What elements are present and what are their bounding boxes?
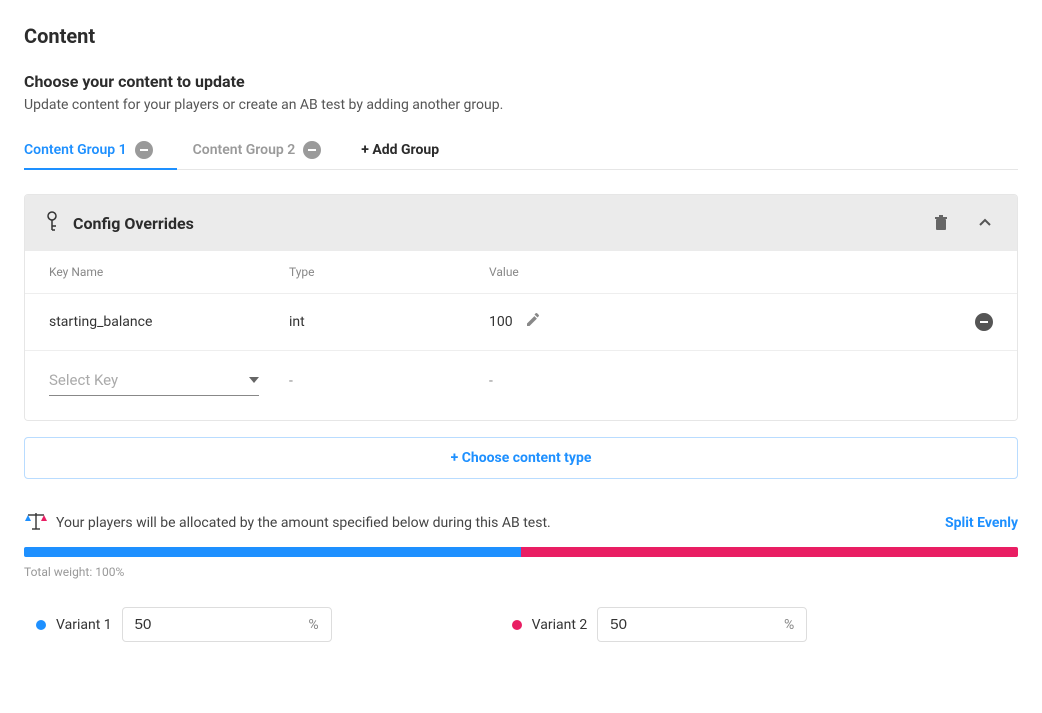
variant-1-label: Variant 1 [56, 617, 112, 633]
remove-row-icon[interactable] [975, 313, 993, 331]
pct-sign: % [308, 617, 318, 633]
variant-1-color-dot [36, 620, 46, 630]
panel-header: Config Overrides [25, 195, 1017, 251]
cell-type: int [289, 314, 489, 330]
config-overrides-panel: Config Overrides Key Name Type Value sta… [24, 194, 1018, 421]
allocation-bar [24, 547, 1018, 557]
select-key-placeholder: Select Key [49, 371, 118, 389]
scales-icon [24, 511, 48, 535]
split-evenly-button[interactable]: Split Evenly [945, 515, 1018, 531]
col-key: Key Name [49, 265, 289, 279]
variant-1-input[interactable] [135, 616, 275, 633]
new-row: Select Key - - [25, 351, 1017, 420]
chevron-up-icon[interactable] [971, 209, 999, 237]
key-icon [43, 210, 61, 236]
cell-value-empty: - [489, 373, 933, 389]
trash-icon[interactable] [927, 209, 955, 237]
choose-content-type-button[interactable]: + Choose content type [24, 437, 1018, 479]
variant-2-label: Variant 2 [532, 617, 588, 633]
add-group-button[interactable]: + Add Group [361, 132, 439, 168]
col-type: Type [289, 265, 489, 279]
tab-content-group-2[interactable]: Content Group 2 [193, 131, 322, 169]
total-weight-label: Total weight: 100% [24, 565, 1018, 579]
content-group-tabs: Content Group 1 Content Group 2 + Add Gr… [24, 131, 1018, 170]
variant-1-control: Variant 1 % [36, 607, 332, 642]
variant-1-input-wrap: % [122, 607, 332, 642]
remove-group-icon[interactable] [135, 141, 153, 159]
page-title: Content [24, 24, 1018, 48]
remove-group-icon[interactable] [303, 141, 321, 159]
chevron-down-icon [249, 377, 259, 383]
allocation-description: Your players will be allocated by the am… [56, 515, 937, 531]
panel-title: Config Overrides [73, 214, 927, 233]
cell-key: starting_balance [49, 314, 289, 330]
variant-2-input[interactable] [610, 616, 750, 633]
table-row: starting_balance int 100 [25, 294, 1017, 351]
allocation-bar-variant-2 [521, 547, 1018, 557]
table-header: Key Name Type Value [25, 251, 1017, 294]
variant-2-control: Variant 2 % [512, 607, 808, 642]
section-title: Choose your content to update [24, 72, 1018, 91]
variant-2-color-dot [512, 620, 522, 630]
tab-label: Content Group 2 [193, 142, 296, 158]
select-key-dropdown[interactable]: Select Key [49, 365, 259, 396]
tab-content-group-1[interactable]: Content Group 1 [24, 131, 153, 169]
pct-sign: % [784, 617, 794, 633]
cell-type-empty: - [289, 373, 489, 389]
tab-label: Content Group 1 [24, 142, 127, 158]
section-subtitle: Update content for your players or creat… [24, 97, 1018, 113]
col-value: Value [489, 265, 933, 279]
variant-2-input-wrap: % [597, 607, 807, 642]
allocation-bar-variant-1 [24, 547, 521, 557]
cell-value: 100 [489, 314, 513, 330]
edit-icon[interactable] [525, 312, 541, 332]
